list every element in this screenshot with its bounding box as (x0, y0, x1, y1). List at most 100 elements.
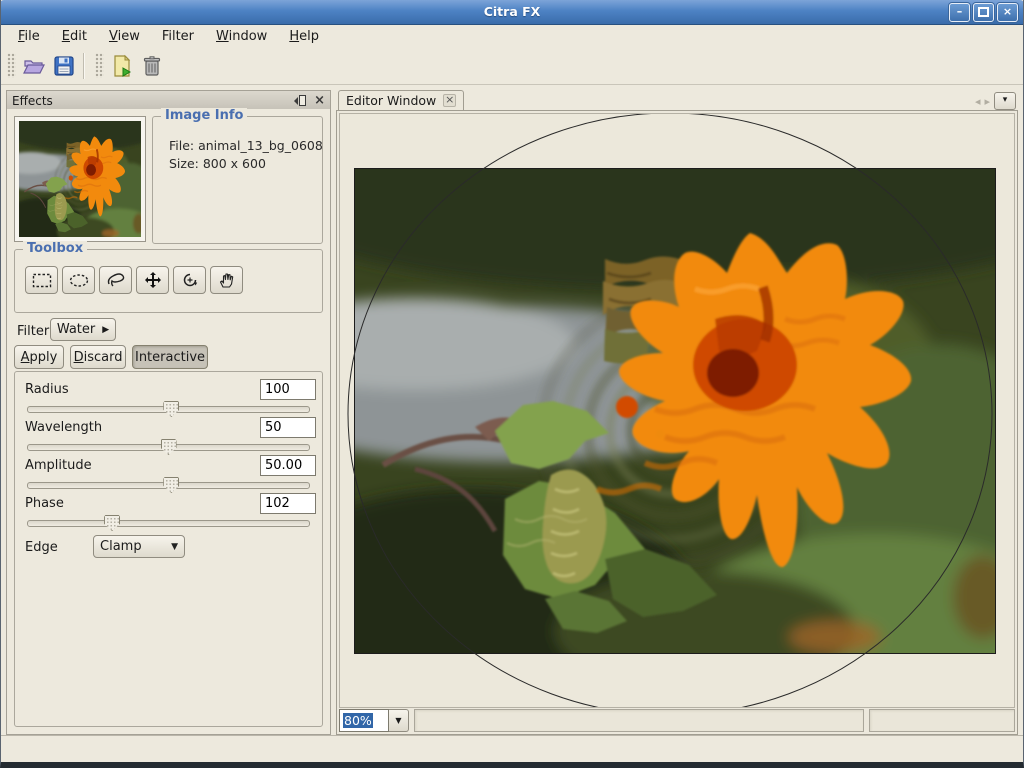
phase-slider[interactable] (27, 515, 310, 531)
zoom-combo[interactable]: 80% ▼ (339, 709, 409, 732)
toolbar (1, 47, 1023, 85)
trash-icon (140, 54, 164, 78)
save-image-button[interactable] (49, 51, 79, 81)
lasso-icon (106, 272, 126, 288)
menu-view[interactable]: View (98, 27, 151, 46)
status-info-cell (869, 709, 1015, 732)
wavelength-input[interactable] (260, 417, 316, 438)
editor-statusrow: 80% ▼ (339, 709, 1015, 732)
phase-input[interactable] (260, 493, 316, 514)
edge-label: Edge (25, 540, 58, 555)
menu-edit[interactable]: Edit (51, 27, 98, 46)
status-message-cell (414, 709, 864, 732)
wavelength-slider-thumb[interactable] (161, 439, 177, 455)
edited-image[interactable] (354, 168, 996, 654)
interactive-toggle-button[interactable]: Interactive (132, 345, 208, 369)
tab-list-dropdown[interactable]: ▾ (994, 92, 1016, 110)
save-floppy-icon (52, 54, 76, 78)
zoom-value: 80% (343, 713, 373, 728)
delete-image-button[interactable] (137, 51, 167, 81)
tab-editor-window[interactable]: Editor Window × (338, 90, 464, 110)
effects-panel-body: Image Info File: animal_13_bg_06080 Size… (6, 109, 331, 735)
menu-bar: File Edit View Filter Window Help (1, 25, 1023, 47)
filter-select-button[interactable]: Water ▶ (50, 318, 116, 341)
maximize-button[interactable] (973, 3, 994, 22)
edge-combo[interactable]: Clamp ▼ (93, 535, 185, 558)
close-button[interactable]: × (997, 3, 1018, 22)
open-folder-icon (22, 54, 46, 78)
apply-button[interactable]: Apply (14, 345, 64, 369)
rotate-tool[interactable] (173, 266, 206, 294)
dock-detach-icon[interactable] (290, 95, 306, 106)
toolbar-separator (83, 53, 85, 79)
tab-scroll-left-icon[interactable]: ◂ (975, 95, 981, 108)
radius-slider-thumb[interactable] (163, 401, 179, 417)
window-title: Citra FX (0, 4, 1024, 19)
radius-label: Radius (25, 382, 69, 397)
ellipse-select-icon (69, 273, 89, 288)
image-size-label: Size: 800 x 600 (169, 155, 322, 173)
editor-page: 80% ▼ (336, 110, 1018, 735)
minimize-button[interactable]: – (949, 3, 970, 22)
filter-label: Filter (17, 324, 49, 339)
amplitude-slider-thumb[interactable] (163, 477, 179, 493)
toolbox-group: Toolbox (14, 249, 323, 313)
menu-file[interactable]: File (7, 27, 51, 46)
edge-value: Clamp (100, 539, 171, 554)
open-image-button[interactable] (19, 51, 49, 81)
move-icon (144, 271, 162, 289)
toolbar-grip-2[interactable] (95, 53, 104, 78)
wavelength-slider[interactable] (27, 439, 310, 455)
ellipse-select-tool[interactable] (62, 266, 95, 294)
phase-label: Phase (25, 496, 64, 511)
page-arrow-icon (110, 54, 134, 78)
effects-panel: Effects × Image Info File: animal_13_bg_… (6, 90, 331, 735)
tab-scroll-right-icon[interactable]: ▸ (984, 95, 990, 108)
image-file-label: File: animal_13_bg_06080 (169, 137, 322, 155)
tab-label: Editor Window (346, 93, 436, 108)
effects-panel-title: Effects (12, 94, 53, 108)
rect-select-icon (32, 273, 52, 288)
editor-tabbar: Editor Window × ◂ ▸ ▾ (336, 90, 1018, 110)
image-info-title: Image Info (161, 108, 247, 123)
image-info-group: Image Info File: animal_13_bg_06080 Size… (152, 116, 323, 244)
toolbar-grip[interactable] (7, 53, 16, 78)
submenu-arrow-icon: ▶ (102, 325, 109, 335)
thumbnail-photo (19, 121, 141, 237)
maximize-icon (978, 7, 989, 17)
radius-input[interactable] (260, 379, 316, 400)
rect-select-tool[interactable] (25, 266, 58, 294)
rotate-icon (181, 271, 199, 289)
panel-close-icon[interactable]: × (314, 95, 325, 107)
tab-close-icon[interactable]: × (443, 94, 456, 107)
export-image-button[interactable] (107, 51, 137, 81)
photo (355, 169, 995, 653)
titlebar[interactable]: Citra FX – × (0, 0, 1024, 25)
close-icon: × (1003, 5, 1012, 18)
pan-tool[interactable] (210, 266, 243, 294)
phase-slider-track[interactable] (27, 520, 310, 527)
phase-slider-thumb[interactable] (104, 515, 120, 531)
lasso-select-tool[interactable] (99, 266, 132, 294)
zoom-input[interactable]: 80% (339, 709, 389, 732)
menu-window[interactable]: Window (205, 27, 278, 46)
editor-area: Editor Window × ◂ ▸ ▾ 80% ▼ (336, 90, 1018, 735)
zoom-dropdown-button[interactable]: ▼ (389, 709, 409, 732)
menu-help[interactable]: Help (278, 27, 330, 46)
minimize-icon: – (957, 5, 963, 18)
editor-canvas[interactable] (339, 113, 1015, 708)
menu-filter[interactable]: Filter (151, 27, 205, 46)
wavelength-label: Wavelength (25, 420, 102, 435)
toolbox-title: Toolbox (23, 241, 87, 256)
filter-value: Water (57, 322, 95, 337)
amplitude-label: Amplitude (25, 458, 92, 473)
filter-params-group: Radius Wavelength Amplitude Phase (14, 371, 323, 727)
image-thumbnail[interactable] (14, 116, 146, 242)
amplitude-input[interactable] (260, 455, 316, 476)
amplitude-slider[interactable] (27, 477, 310, 493)
app-statusbar (1, 735, 1023, 762)
radius-slider[interactable] (27, 401, 310, 417)
move-tool[interactable] (136, 266, 169, 294)
hand-icon (218, 272, 235, 289)
discard-button[interactable]: Discard (70, 345, 126, 369)
